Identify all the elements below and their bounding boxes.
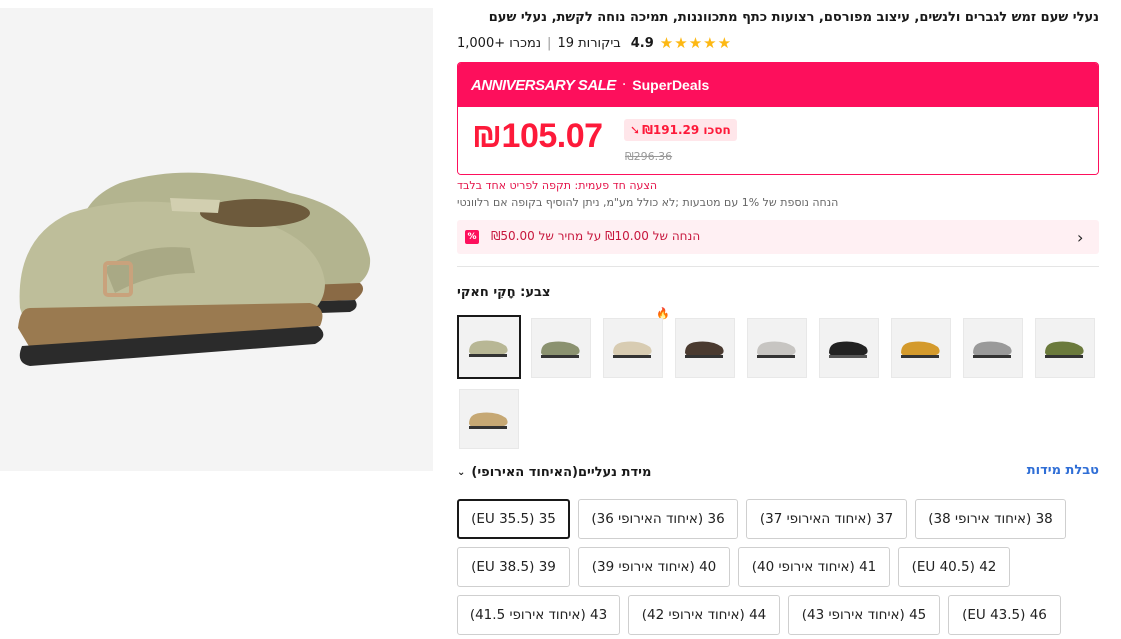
divider xyxy=(457,266,1099,267)
size-option-39[interactable]: 39 (EU 38.5) xyxy=(457,547,570,587)
star-icon: ★ xyxy=(674,33,688,52)
star-icon: ★ xyxy=(688,33,703,52)
save-text: חסכו ₪191.29 xyxy=(642,123,731,137)
size-option-45[interactable]: 45 (איחוד אירופי 43) xyxy=(788,595,940,635)
size-option-35[interactable]: 35 (EU 35.5) xyxy=(457,499,570,539)
product-info-panel: נעלי שעם זמש לגברים ולנשים, עיצוב מפורסם… xyxy=(457,0,1099,639)
size-label[interactable]: מידת נעליים(האיחוד האירופי) ⌄ xyxy=(457,465,651,480)
size-option-44[interactable]: 44 (איחוד אירופי 42) xyxy=(628,595,780,635)
coupon-banner[interactable]: % הנחה של ₪10.00 על מחיר של ₪50.00 › xyxy=(457,220,1099,254)
product-title: נעלי שעם זמש לגברים ולנשים, עיצוב מפורסם… xyxy=(488,10,1099,25)
arrow-down-icon: ➘ xyxy=(630,123,641,137)
color-swatches: 🔥 xyxy=(457,307,1099,450)
star-icon: ★ xyxy=(659,33,674,52)
size-option-37[interactable]: 37 (איחוד האירופי 37) xyxy=(746,499,907,539)
swatch-beige[interactable] xyxy=(603,318,663,378)
size-option-41[interactable]: 41 (איחוד אירופי 40) xyxy=(738,547,890,587)
swatch-black[interactable] xyxy=(819,318,879,378)
color-label: צבע: חָקִי חאקי xyxy=(457,285,551,300)
size-option-38[interactable]: 38 (איחוד אירופי 38) xyxy=(915,499,1066,539)
swatch-yellow[interactable] xyxy=(891,318,951,378)
star-icon: ★ xyxy=(703,33,717,52)
sale-brand: ANNIVERSARY SALE xyxy=(471,76,616,94)
chevron-down-icon: ⌄ xyxy=(457,467,466,478)
swatch-gray[interactable] xyxy=(963,318,1023,378)
chevron-right-icon: › xyxy=(1077,228,1084,247)
sale-dot: · xyxy=(621,77,627,93)
swatch-khaki[interactable] xyxy=(457,315,521,379)
sold-count: 1,000+ נמכרו xyxy=(457,35,542,51)
save-badge: חסכו ₪191.29 ➘ xyxy=(624,119,737,141)
extra-discount-note: הנחה נוספת של 1% עם מטבעות ;לא כולל מע"מ… xyxy=(457,196,839,209)
coupon-percent-icon: % xyxy=(465,230,479,244)
size-chart-link[interactable]: טבלת מידות xyxy=(1027,463,1099,478)
swatch-dark-brown[interactable] xyxy=(675,318,735,378)
one-time-offer-note: הצעה חד פעמית: תקפה לפריט אחד בלבד xyxy=(457,179,658,192)
sale-subtitle: SuperDeals xyxy=(632,77,710,93)
swatch-light-gray[interactable] xyxy=(747,318,807,378)
star-icon: ★ xyxy=(717,33,732,52)
sale-card: ANNIVERSARY SALE · SuperDeals ₪105.07 חס… xyxy=(457,62,1099,175)
swatch-green[interactable] xyxy=(531,318,591,378)
size-option-42[interactable]: 42 (EU 40.5) xyxy=(898,547,1010,587)
original-price: ₪296.36 xyxy=(625,150,673,163)
size-option-40[interactable]: 40 (איחוד אירופי 39) xyxy=(578,547,730,587)
rating-stars: ★ ★ ★ ★ ★ xyxy=(659,33,732,52)
main-product-image[interactable] xyxy=(0,8,433,471)
coupon-text: הנחה של ₪10.00 על מחיר של ₪50.00 xyxy=(491,229,701,243)
separator: | xyxy=(547,35,552,51)
current-price: ₪105.07 xyxy=(472,117,603,155)
swatch-olive[interactable] xyxy=(1035,318,1095,378)
size-label-text: מידת נעליים(האיחוד האירופי) xyxy=(471,465,652,480)
rating-value: 4.9 xyxy=(630,35,654,51)
size-option-46[interactable]: 46 (EU 43.5) xyxy=(948,595,1061,635)
shoe-image xyxy=(0,8,433,471)
size-option-36[interactable]: 36 (איחוד האירופי 36) xyxy=(578,499,738,539)
size-option-43[interactable]: 43 (איחוד אירופי 41.5) xyxy=(457,595,620,635)
review-count[interactable]: 19 ביקורות xyxy=(557,36,620,51)
swatch-sand[interactable] xyxy=(459,389,519,449)
rating-row: 1,000+ נמכרו | 19 ביקורות 4.9 ★ ★ ★ ★ ★ xyxy=(457,33,731,53)
sale-header: ANNIVERSARY SALE · SuperDeals xyxy=(458,63,1098,107)
sale-body: ₪105.07 חסכו ₪191.29 ➘ ₪296.36 xyxy=(458,107,1098,174)
